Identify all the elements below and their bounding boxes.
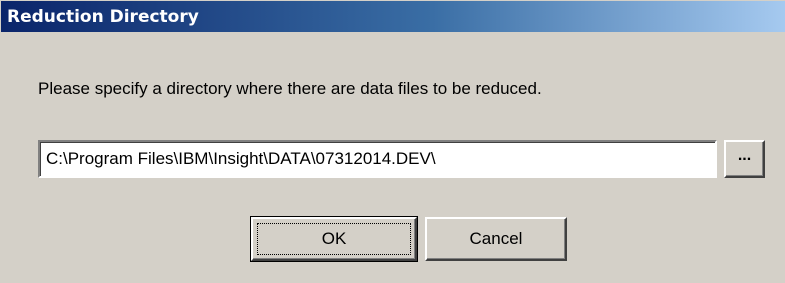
browse-button[interactable]: ... (724, 140, 765, 178)
browse-button-label: ... (737, 147, 752, 164)
instruction-label: Please specify a directory where there a… (38, 79, 542, 98)
cancel-button[interactable]: Cancel (425, 217, 567, 261)
cancel-button-label: Cancel (469, 229, 523, 248)
ok-button[interactable]: OK (250, 216, 418, 262)
reduction-directory-dialog: Reduction Directory Please specify a dir… (0, 0, 785, 283)
ok-button-label: OK (321, 229, 347, 248)
directory-path-input[interactable] (38, 140, 717, 178)
window-title: Reduction Directory (7, 6, 199, 27)
title-bar[interactable]: Reduction Directory (1, 1, 785, 32)
